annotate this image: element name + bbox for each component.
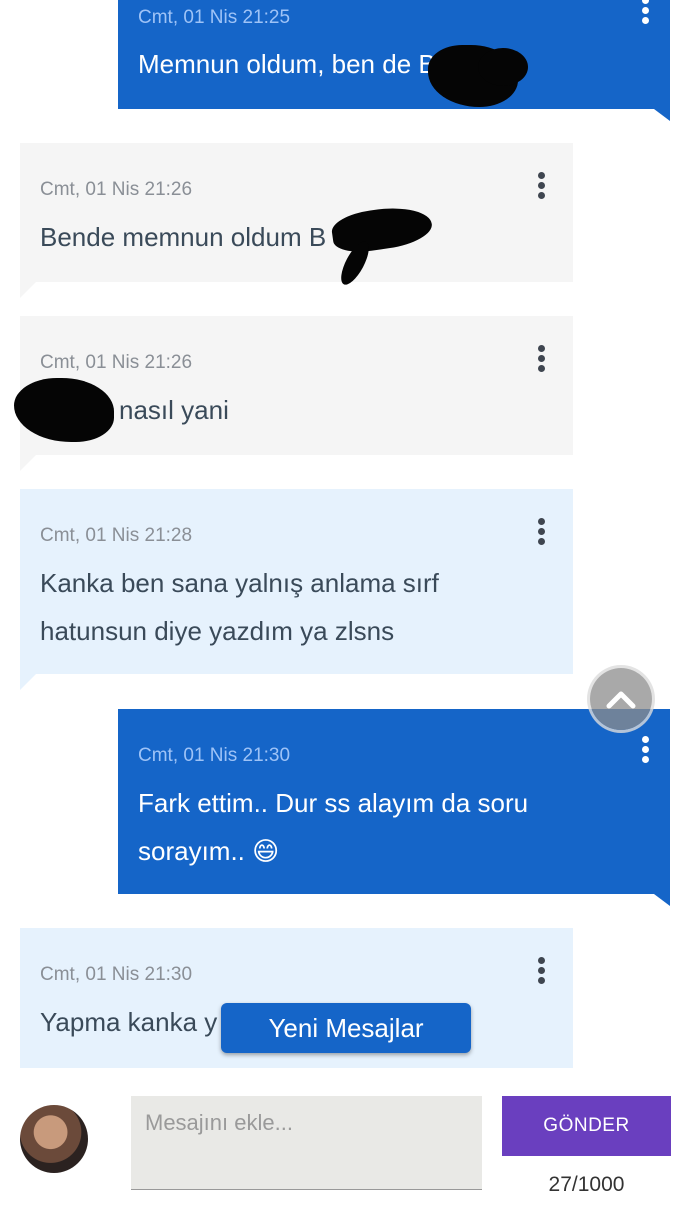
more-options-icon[interactable] [529, 515, 553, 555]
more-options-icon[interactable] [529, 954, 553, 994]
message-bubble-incoming: Cmt, 01 Nis 21:28 Kanka ben sana yalnış … [20, 489, 573, 690]
bubble-tail [654, 109, 670, 121]
bubble-tail [20, 455, 36, 471]
message-bubble-incoming: Cmt, 01 Nis 21:26 Bende memnun oldum B [20, 143, 573, 298]
bubble-tail [20, 282, 36, 298]
chevron-up-icon [606, 691, 636, 709]
more-options-icon[interactable] [633, 0, 657, 34]
new-messages-button[interactable]: Yeni Mesajlar [221, 1003, 471, 1053]
message-text: Kanka ben sana yalnış anlama sırf hatuns… [40, 568, 439, 646]
message-text: Fark ettim.. Dur ss alayım da soru soray… [138, 788, 529, 866]
bubble-tail [20, 674, 36, 690]
character-counter: 27/1000 [548, 1173, 625, 1196]
scroll-to-top-button[interactable] [590, 668, 652, 730]
message-bubble-outgoing: Cmt, 01 Nis 21:25 Memnun oldum, ben de B [118, 0, 670, 121]
more-options-icon[interactable] [529, 342, 553, 382]
message-input[interactable] [131, 1096, 482, 1190]
message-text: Bende memnun oldum B [40, 222, 327, 252]
message-timestamp: Cmt, 01 Nis 21:26 [40, 352, 193, 373]
message-composer: GÖNDER 27/1000 [0, 1075, 690, 1206]
message-text: nasıl yani [119, 395, 229, 425]
redaction-scribble [478, 48, 528, 86]
send-button[interactable]: GÖNDER [502, 1096, 671, 1156]
message-timestamp: Cmt, 01 Nis 21:28 [40, 525, 193, 546]
message-timestamp: Cmt, 01 Nis 21:26 [40, 179, 193, 200]
message-text: Memnun oldum, ben de B [138, 49, 436, 79]
avatar [20, 1105, 88, 1173]
message-bubble-incoming: Cmt, 01 Nis 21:26 nasıl yani [14, 316, 573, 471]
message-timestamp: Cmt, 01 Nis 21:25 [138, 7, 291, 28]
bubble-tail [654, 894, 670, 906]
message-timestamp: Cmt, 01 Nis 21:30 [40, 964, 193, 985]
message-bubble-outgoing: Cmt, 01 Nis 21:30 Fark ettim.. Dur ss al… [118, 709, 670, 906]
redaction-scribble [14, 378, 114, 442]
more-options-icon[interactable] [633, 733, 657, 773]
message-timestamp: Cmt, 01 Nis 21:30 [138, 745, 291, 766]
more-options-icon[interactable] [529, 169, 553, 209]
